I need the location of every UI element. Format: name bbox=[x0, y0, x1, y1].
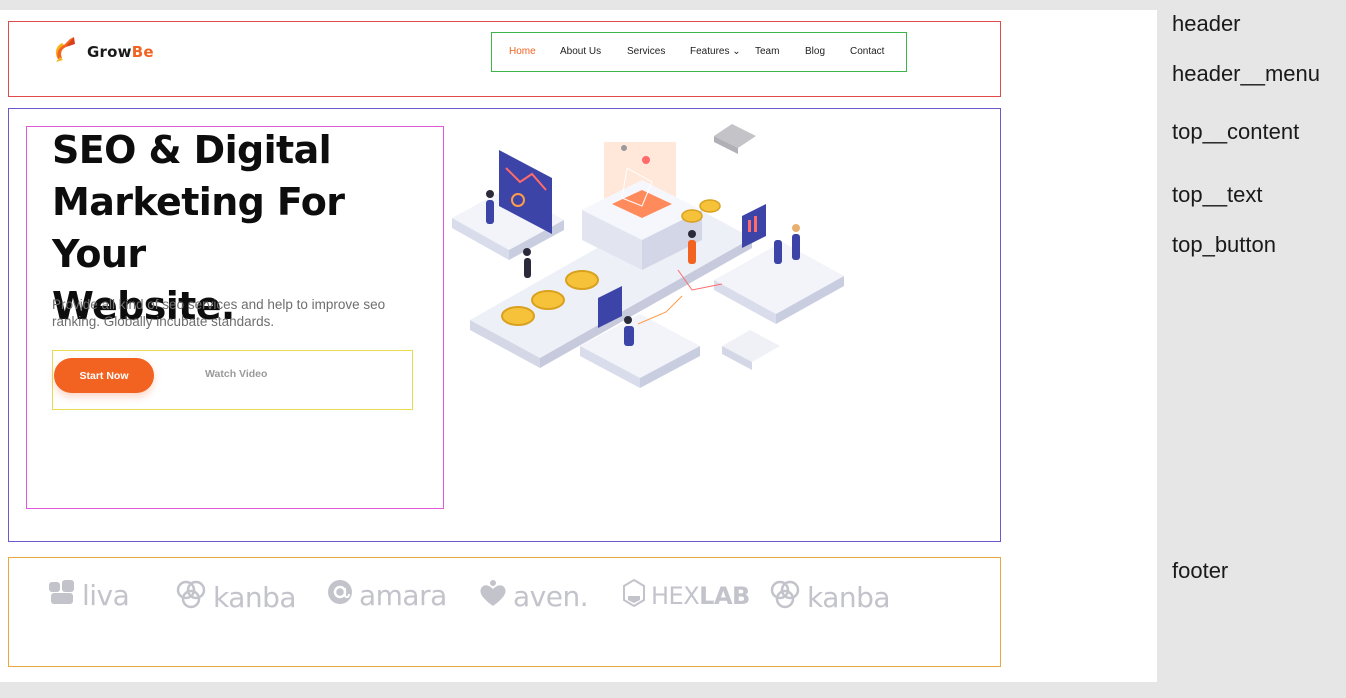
partner-hexlab: HEXLAB bbox=[622, 578, 750, 614]
partner-kanba: kanba bbox=[174, 578, 297, 617]
partner-liva: liva bbox=[47, 578, 130, 613]
kanba-knot-icon bbox=[768, 578, 802, 617]
partner-kanba-name: kanba bbox=[213, 581, 297, 614]
partner-aven: aven. bbox=[478, 578, 589, 615]
watch-video-button[interactable]: Watch Video bbox=[205, 368, 267, 380]
label-footer: footer bbox=[1172, 558, 1229, 583]
logo[interactable]: GrowBe bbox=[52, 35, 154, 70]
partner-hexlab-name-bold: LAB bbox=[699, 582, 750, 610]
nav-services[interactable]: Services bbox=[627, 46, 665, 57]
nav-team[interactable]: Team bbox=[755, 46, 779, 57]
partner-amara: amara bbox=[326, 578, 447, 613]
nav-contact[interactable]: Contact bbox=[850, 46, 884, 57]
amara-at-icon bbox=[326, 578, 354, 613]
aven-heart-icon bbox=[478, 578, 508, 615]
logo-text-main: Grow bbox=[87, 43, 132, 61]
partner-kanba-2: kanba bbox=[768, 578, 891, 617]
logo-text: GrowBe bbox=[87, 43, 154, 61]
partner-aven-name: aven. bbox=[513, 580, 589, 613]
hero-title-line-1: SEO & Digital bbox=[52, 128, 332, 172]
label-top-button: top_button bbox=[1172, 232, 1276, 257]
hexlab-flask-icon bbox=[622, 578, 646, 614]
partner-kanba-2-name: kanba bbox=[807, 581, 891, 614]
label-header: header bbox=[1172, 11, 1241, 36]
label-top-text: top__text bbox=[1172, 182, 1263, 207]
rocket-logo-icon bbox=[52, 35, 78, 70]
liva-leaf-icon bbox=[47, 578, 77, 613]
start-now-button[interactable]: Start Now bbox=[54, 358, 154, 393]
nav-home[interactable]: Home bbox=[509, 46, 536, 57]
hero-description: Provide all kind of seo services and hel… bbox=[52, 297, 386, 329]
hero-title-line-2: Marketing For Your bbox=[52, 180, 345, 276]
nav-about-us[interactable]: About Us bbox=[560, 46, 601, 57]
label-top-content: top__content bbox=[1172, 119, 1300, 144]
partner-liva-name: liva bbox=[82, 579, 130, 612]
nav-blog[interactable]: Blog bbox=[805, 46, 825, 57]
kanba-knot-icon bbox=[174, 578, 208, 617]
partner-amara-name: amara bbox=[359, 579, 447, 612]
nav-features[interactable]: Features ⌄ bbox=[690, 46, 741, 57]
hero-illustration bbox=[452, 120, 852, 405]
partner-hexlab-name-light: HEX bbox=[651, 582, 700, 610]
label-header-menu: header__menu bbox=[1172, 61, 1321, 86]
logo-text-accent: Be bbox=[131, 43, 154, 61]
